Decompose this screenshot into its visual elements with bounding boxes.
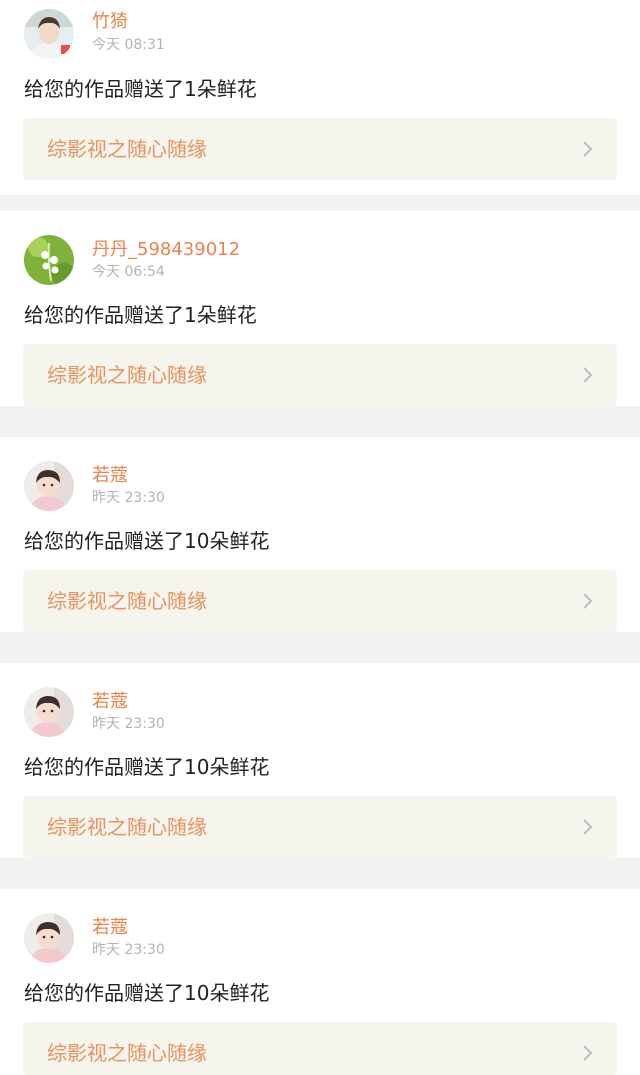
child-portrait-avatar[interactable] bbox=[24, 913, 74, 963]
username[interactable]: 若蔻 bbox=[92, 465, 128, 487]
chevron-right-icon bbox=[583, 141, 593, 157]
timestamp: 昨天 23:30 bbox=[92, 716, 165, 732]
work-link-button[interactable]: 综影视之随心随缘 bbox=[23, 344, 617, 406]
timestamp: 今天 08:31 bbox=[92, 37, 165, 53]
chevron-right-icon bbox=[583, 1045, 593, 1061]
child-portrait-avatar[interactable] bbox=[24, 687, 74, 737]
gift-message: 给您的作品赠送了10朵鲜花 bbox=[24, 981, 270, 1005]
username[interactable]: 若蔻 bbox=[92, 691, 128, 713]
portrait-boy-avatar[interactable] bbox=[24, 9, 74, 59]
username[interactable]: 竹猗 bbox=[92, 11, 128, 33]
gift-message: 给您的作品赠送了1朵鲜花 bbox=[24, 77, 257, 101]
work-title: 综影视之随心随缘 bbox=[47, 363, 207, 387]
work-link-button[interactable]: 综影视之随心随缘 bbox=[23, 796, 617, 858]
chevron-right-icon bbox=[583, 819, 593, 835]
work-title: 综影视之随心随缘 bbox=[47, 137, 207, 161]
username[interactable]: 若蔻 bbox=[92, 917, 128, 939]
chevron-right-icon bbox=[583, 367, 593, 383]
gift-message: 给您的作品赠送了10朵鲜花 bbox=[24, 529, 270, 553]
notification-card: 若蔻 昨天 23:30 给您的作品赠送了10朵鲜花 综影视之随心随缘 bbox=[0, 663, 640, 858]
timestamp: 今天 06:54 bbox=[92, 264, 165, 280]
notification-card: 丹丹_598439012 今天 06:54 给您的作品赠送了1朵鲜花 综影视之随… bbox=[0, 211, 640, 406]
notification-card: 若蔻 昨天 23:30 给您的作品赠送了10朵鲜花 综影视之随心随缘 bbox=[0, 437, 640, 632]
lily-of-the-valley-avatar[interactable] bbox=[24, 235, 74, 285]
gift-message: 给您的作品赠送了10朵鲜花 bbox=[24, 755, 270, 779]
child-portrait-avatar[interactable] bbox=[24, 461, 74, 511]
notification-card: 竹猗 今天 08:31 给您的作品赠送了1朵鲜花 综影视之随心随缘 bbox=[0, 0, 640, 195]
timestamp: 昨天 23:30 bbox=[92, 942, 165, 958]
work-link-button[interactable]: 综影视之随心随缘 bbox=[23, 118, 617, 180]
gift-message: 给您的作品赠送了1朵鲜花 bbox=[24, 303, 257, 327]
username[interactable]: 丹丹_598439012 bbox=[92, 239, 240, 261]
work-title: 综影视之随心随缘 bbox=[47, 815, 207, 839]
work-title: 综影视之随心随缘 bbox=[47, 589, 207, 613]
timestamp: 昨天 23:30 bbox=[92, 490, 165, 506]
work-link-button[interactable]: 综影视之随心随缘 bbox=[23, 570, 617, 632]
work-link-button[interactable]: 综影视之随心随缘 bbox=[23, 1022, 617, 1075]
notification-card: 若蔻 昨天 23:30 给您的作品赠送了10朵鲜花 综影视之随心随缘 bbox=[0, 889, 640, 1075]
work-title: 综影视之随心随缘 bbox=[47, 1041, 207, 1065]
chevron-right-icon bbox=[583, 593, 593, 609]
